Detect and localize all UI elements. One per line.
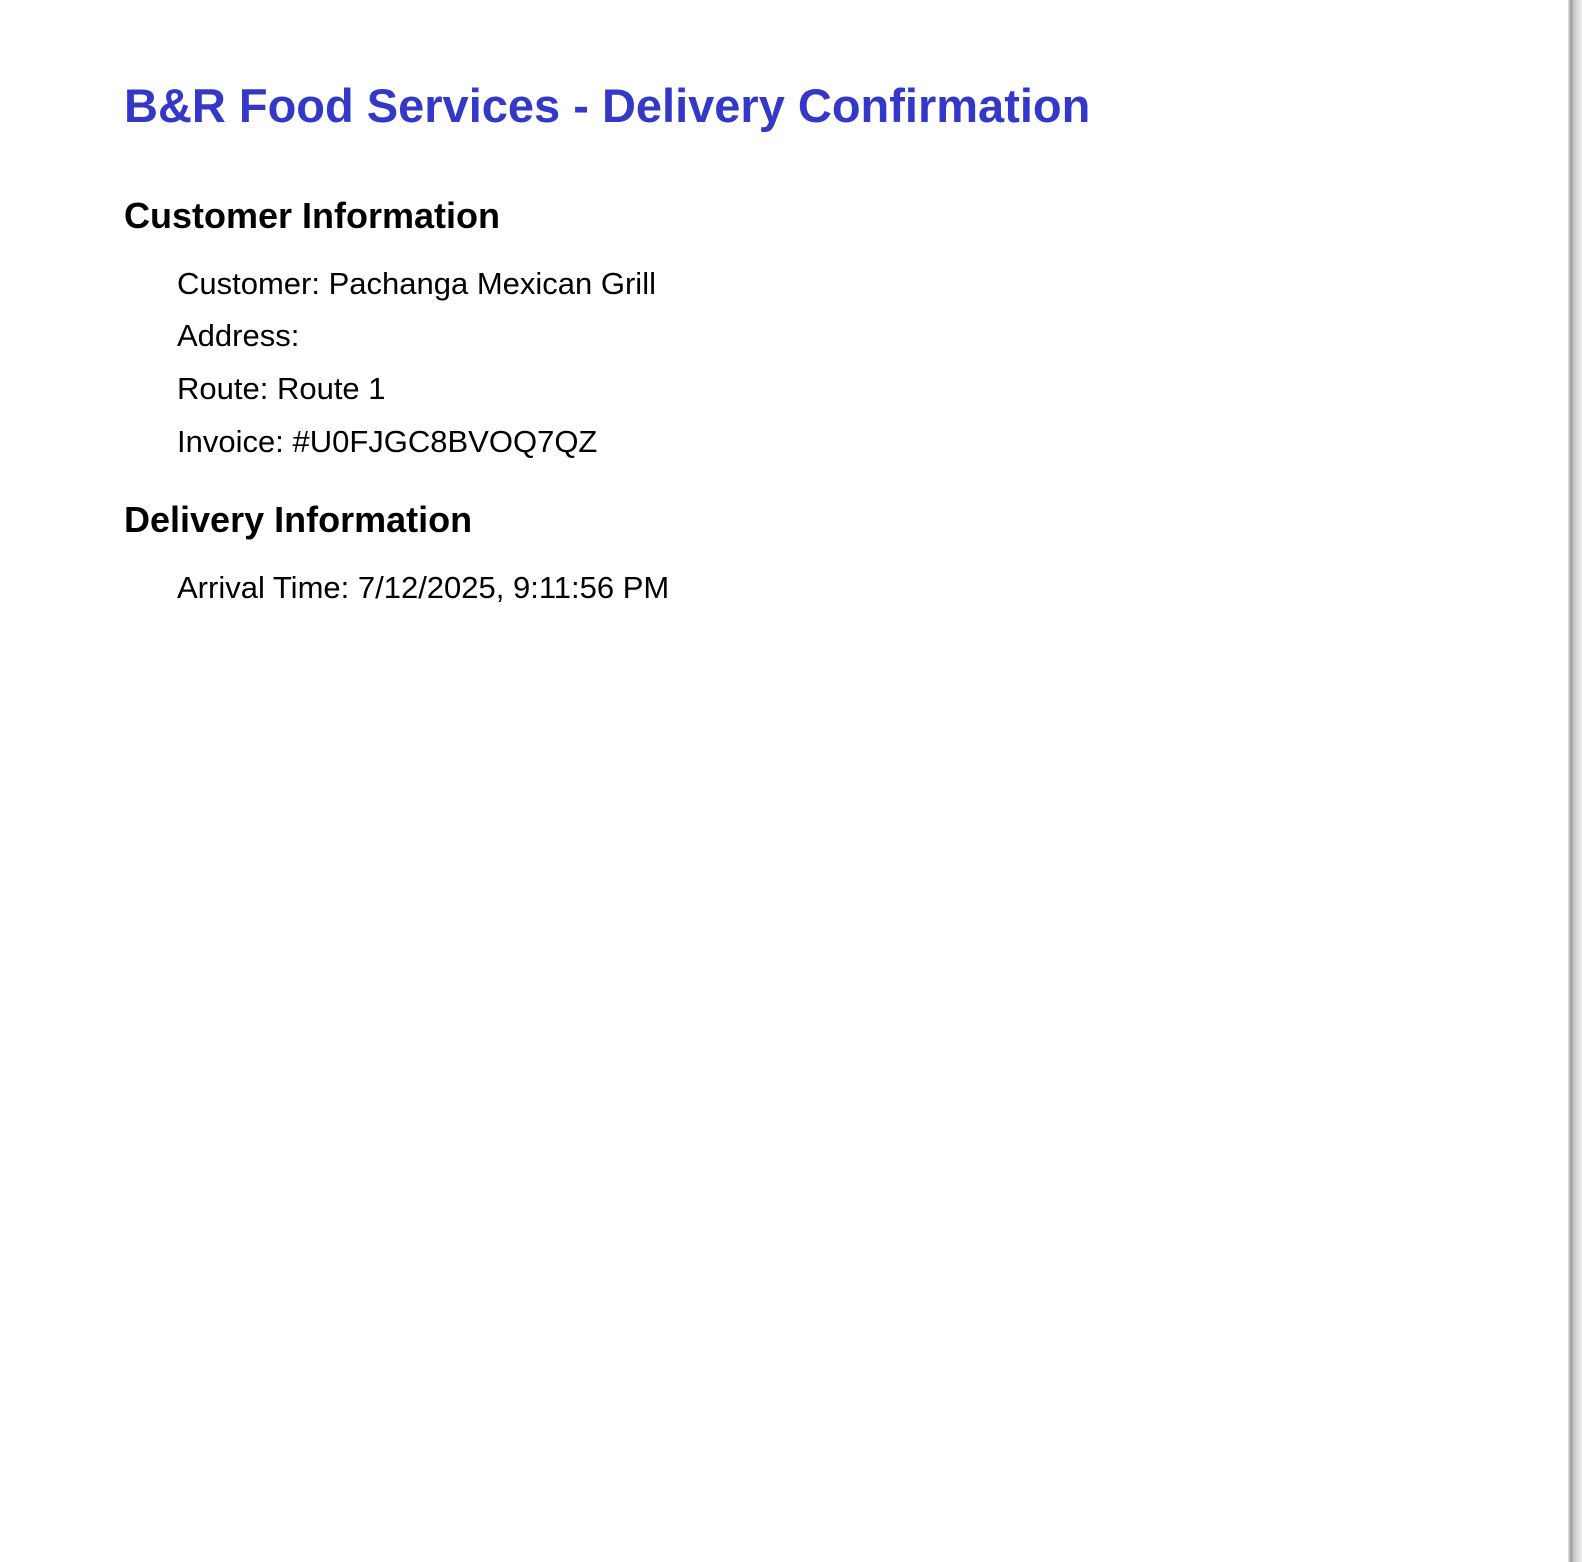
customer-route: Route: Route 1 [177, 371, 386, 406]
delivery-info-heading: Delivery Information [124, 499, 473, 540]
arrival-time: Arrival Time: 7/12/2025, 9:11:56 PM [177, 570, 670, 605]
page-edge [1568, 0, 1582, 1562]
customer-address: Address: [177, 318, 300, 353]
document-title: B&R Food Services - Delivery Confirmatio… [124, 79, 1091, 132]
document-page: B&R Food Services - Delivery Confirmatio… [0, 0, 1568, 1562]
invoice-number: Invoice: #U0FJGC8BVOQ7QZ [177, 424, 598, 459]
customer-name: Customer: Pachanga Mexican Grill [177, 266, 656, 301]
customer-info-heading: Customer Information [124, 195, 501, 236]
